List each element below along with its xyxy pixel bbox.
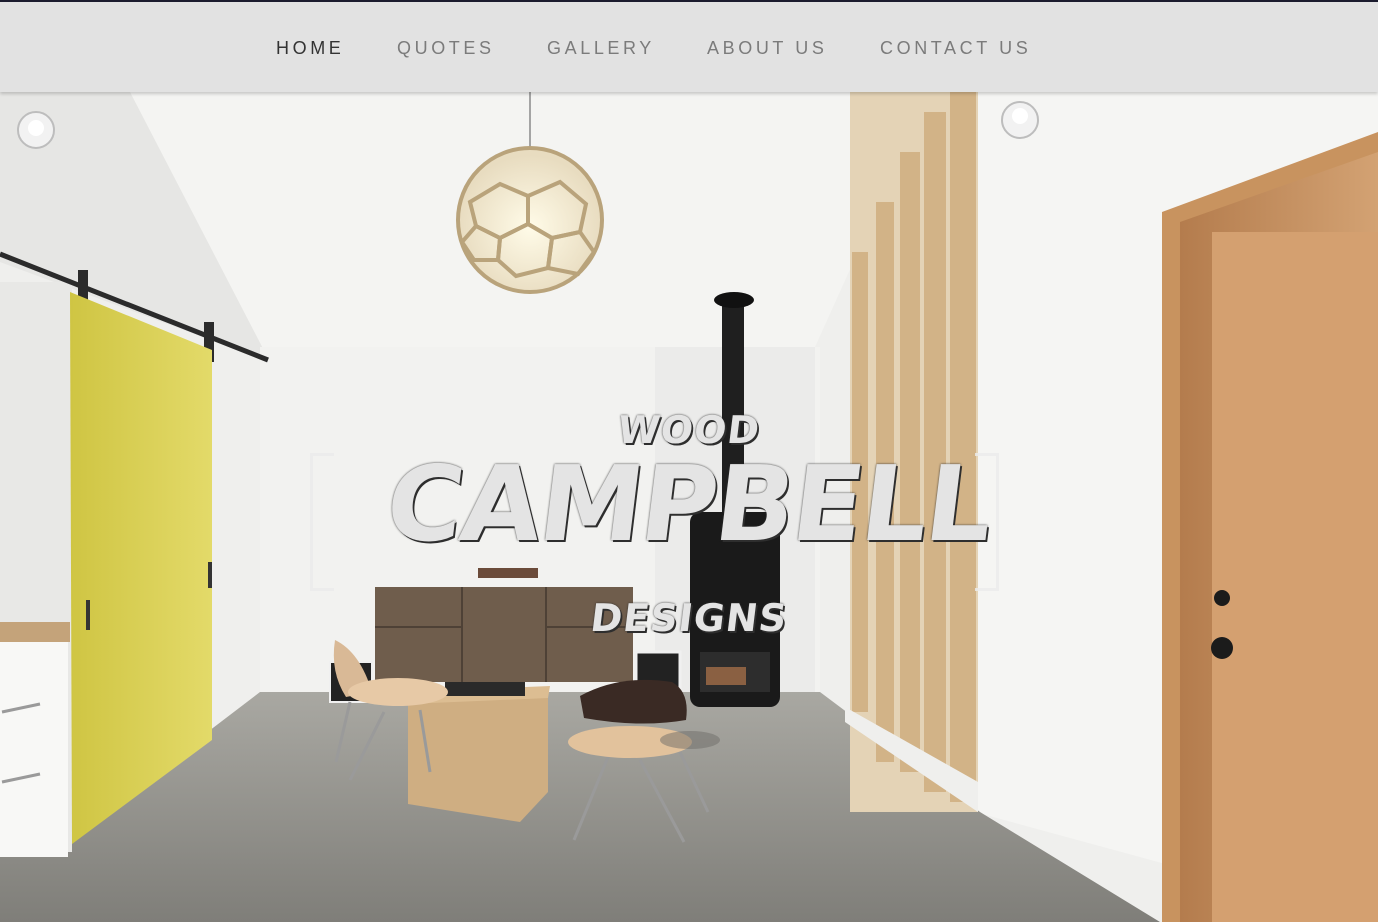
spotlight-right bbox=[1001, 101, 1039, 139]
nav-item-gallery[interactable]: GALLERY bbox=[547, 38, 655, 59]
nav-item-home[interactable]: HOME bbox=[276, 38, 344, 59]
hero-interior-photo bbox=[0, 92, 1378, 922]
nav-item-contact-us[interactable]: CONTACT US bbox=[880, 38, 1031, 59]
top-navigation-bar: HOME QUOTES GALLERY ABOUT US CONTACT US bbox=[0, 0, 1378, 92]
hero-section: WOOD CAMPBELL DESIGNS bbox=[0, 92, 1378, 922]
spotlight-left bbox=[17, 111, 55, 149]
nav-item-about-us[interactable]: ABOUT US bbox=[707, 38, 828, 59]
nav-item-quotes[interactable]: QUOTES bbox=[397, 38, 495, 59]
